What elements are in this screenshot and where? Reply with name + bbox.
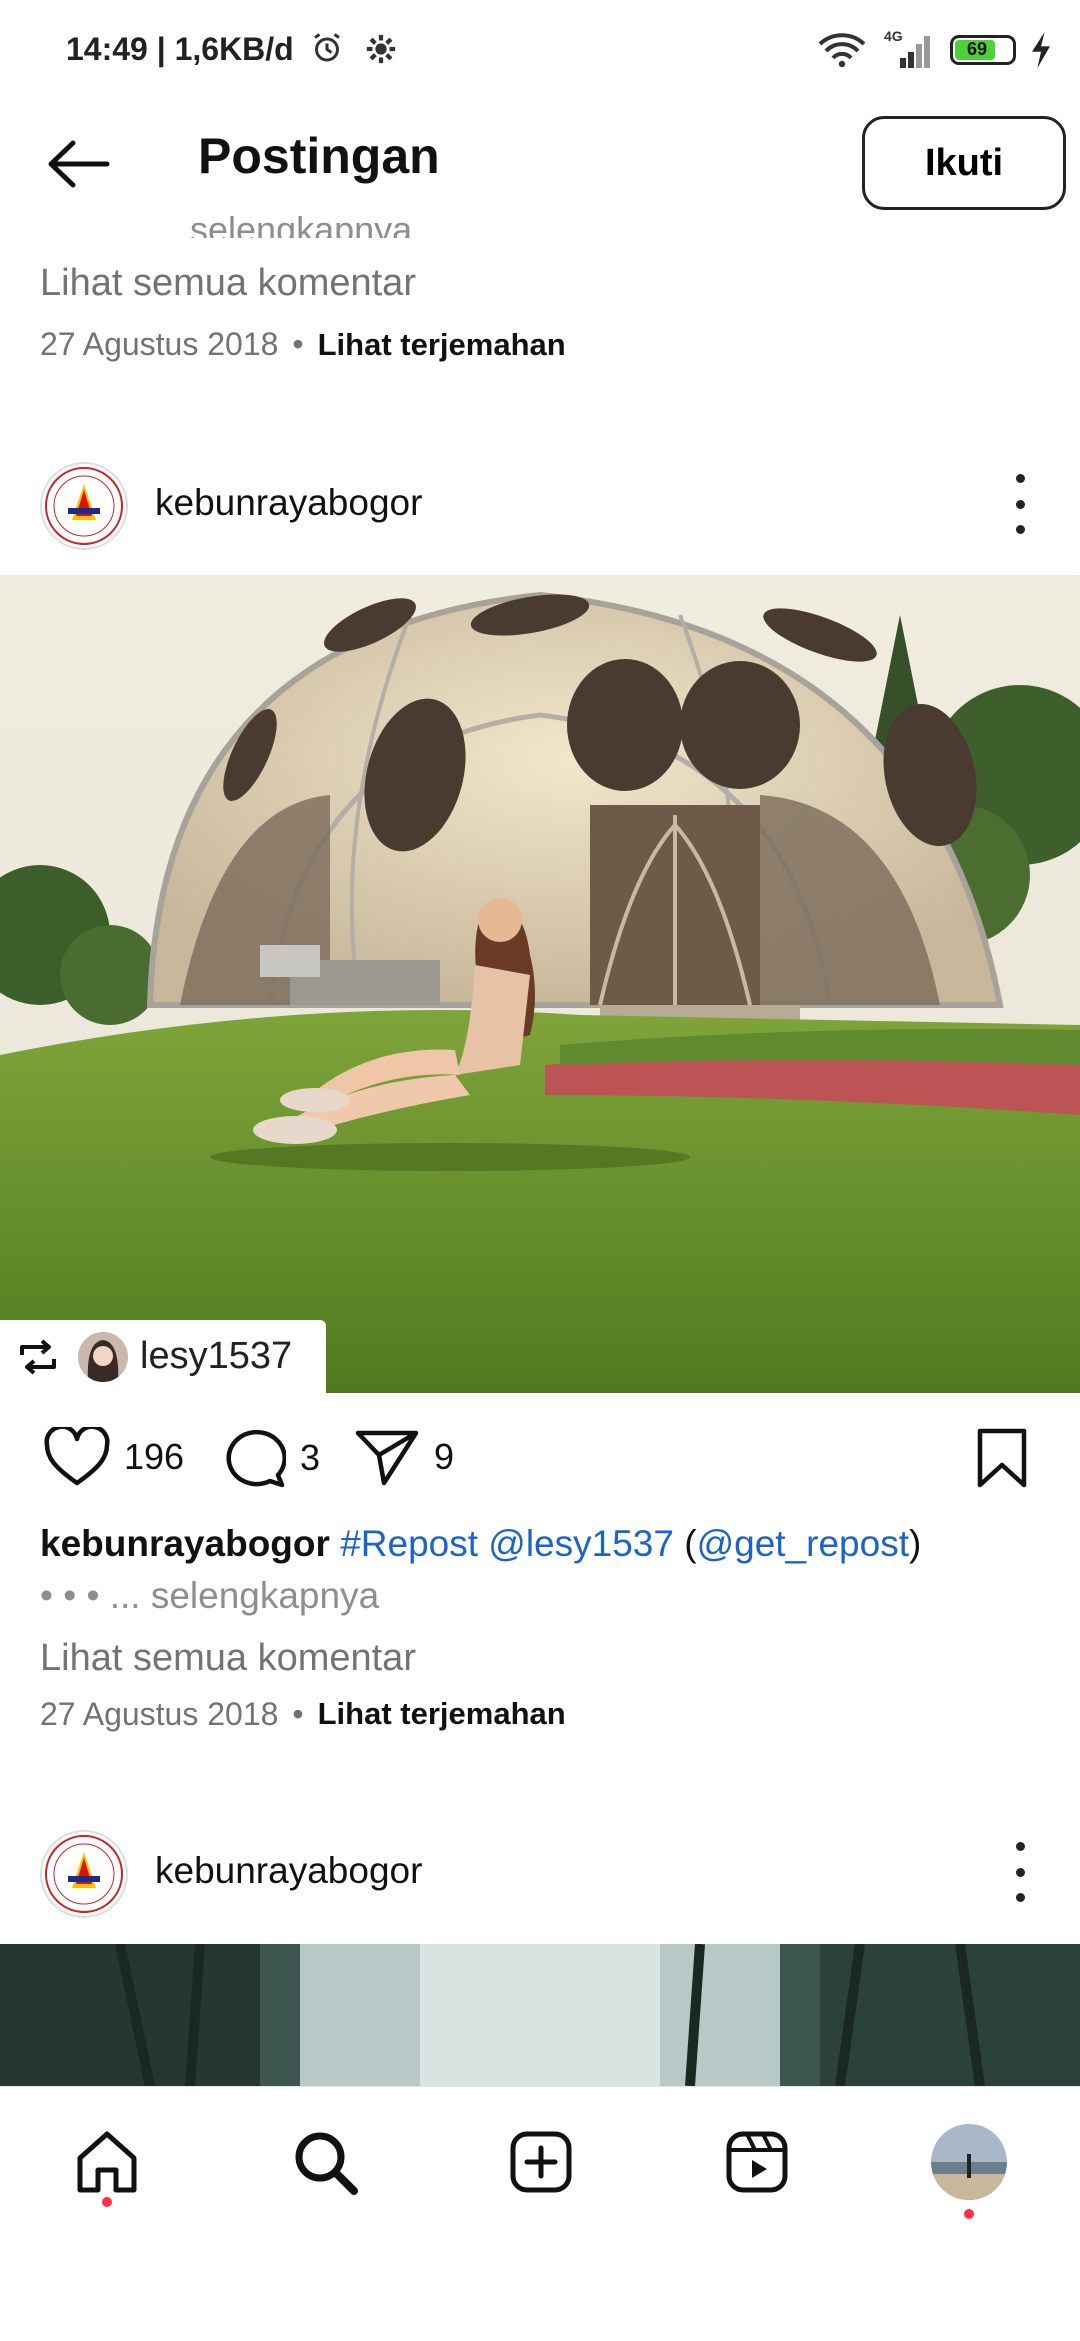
nav-reels[interactable] [712, 2117, 802, 2207]
post-actions: 196 3 9 [0, 1415, 1080, 1505]
heart-icon [44, 1427, 110, 1486]
caption-more-link[interactable]: • • • ... selengkapnya [40, 1570, 1050, 1622]
comment-icon [226, 1429, 286, 1488]
arrow-left-icon [48, 140, 110, 188]
reels-icon [726, 2131, 788, 2193]
status-bar: 14:49 | 1,6KB/d 4G 69 [0, 0, 1080, 100]
comment-button[interactable]: 3 [220, 1427, 320, 1489]
next-post-photo[interactable] [0, 1944, 1080, 2086]
send-icon [355, 1430, 419, 1486]
share-count: 9 [434, 1436, 455, 1477]
home-notification-dot [102, 2197, 112, 2207]
prev-date-row: 27 Agustus 2018 • Lihat terjemahan [40, 326, 566, 363]
share-button[interactable]: 9 [354, 1427, 454, 1487]
charging-icon [1032, 32, 1050, 68]
prev-view-comments-link[interactable]: Lihat semua komentar [40, 262, 416, 305]
bookmark-icon [977, 1428, 1027, 1488]
nav-home[interactable] [62, 2117, 152, 2207]
caption-paren-open: ( [684, 1523, 697, 1564]
profile-notification-dot [964, 2209, 974, 2219]
next-post-more-button[interactable] [1000, 1842, 1040, 1902]
plus-square-icon [510, 2131, 572, 2193]
nav-profile[interactable] [924, 2117, 1014, 2219]
repost-avatar [78, 1331, 128, 1382]
post-header: kebunrayabogor [0, 462, 1080, 572]
kebun-raya-logo-icon [45, 467, 123, 545]
caption-username[interactable]: kebunrayabogor [40, 1523, 330, 1564]
view-comments-link[interactable]: Lihat semua komentar [40, 1632, 1050, 1684]
caption-paren-close: ) [908, 1523, 922, 1564]
caption-hashtag[interactable]: #Repost [340, 1523, 478, 1564]
post-more-button[interactable] [1000, 474, 1040, 534]
search-icon [295, 2132, 358, 2195]
status-time: 14:49 | 1,6KB/d [66, 30, 398, 68]
save-button[interactable] [974, 1427, 1030, 1489]
follow-button[interactable]: Ikuti [862, 116, 1066, 210]
back-button[interactable] [38, 124, 118, 204]
caption-mention[interactable]: @lesy1537 [488, 1523, 674, 1564]
wifi-icon [818, 33, 866, 68]
alarm-icon [313, 33, 340, 62]
status-icons: 4G 69 [818, 26, 1052, 74]
home-icon [77, 2131, 137, 2193]
forest-photo-image [0, 1944, 1080, 2086]
post-photo[interactable] [0, 575, 1080, 1393]
top-app-bar: Postingan Ikuti [0, 100, 1080, 230]
nav-search[interactable] [280, 2117, 370, 2207]
prev-caption-more[interactable]: ... selengkapnya [150, 212, 412, 238]
repost-tag[interactable]: lesy1537 [0, 1320, 326, 1393]
like-button[interactable]: 196 [44, 1427, 184, 1487]
page-title: Postingan [198, 128, 440, 184]
next-post-username[interactable]: kebunrayabogor [155, 1850, 422, 1892]
post-date: 27 Agustus 2018 [40, 1696, 279, 1732]
greenhouse-photo-image [0, 575, 1080, 1393]
nav-create[interactable] [496, 2117, 586, 2207]
kebun-raya-logo-icon [45, 1835, 123, 1913]
post-date-row: 27 Agustus 2018 • Lihat terjemahan [40, 1688, 1050, 1740]
settings-icon [366, 34, 395, 64]
prev-post-date: 27 Agustus 2018 [40, 326, 279, 362]
post-username[interactable]: kebunrayabogor [155, 482, 422, 524]
translate-link[interactable]: Lihat terjemahan [318, 1688, 566, 1740]
battery-icon: 69 [950, 35, 1016, 65]
post-avatar[interactable] [40, 462, 128, 550]
next-post-header: kebunrayabogor [0, 1830, 1080, 1940]
post-caption: kebunrayabogor #Repost @lesy1537 (@get_r… [40, 1518, 1050, 1740]
comment-count: 3 [300, 1437, 321, 1478]
prev-translate-link[interactable]: Lihat terjemahan [318, 327, 566, 363]
bottom-navigation [0, 2086, 1080, 2341]
signal-icon: 4G [880, 28, 936, 70]
like-count: 196 [124, 1436, 185, 1477]
profile-avatar [931, 2124, 1007, 2200]
caption-mention-2[interactable]: @get_repost [697, 1523, 909, 1564]
repost-username: lesy1537 [140, 1335, 293, 1377]
repost-icon [20, 1338, 56, 1375]
next-post-avatar[interactable] [40, 1830, 128, 1918]
